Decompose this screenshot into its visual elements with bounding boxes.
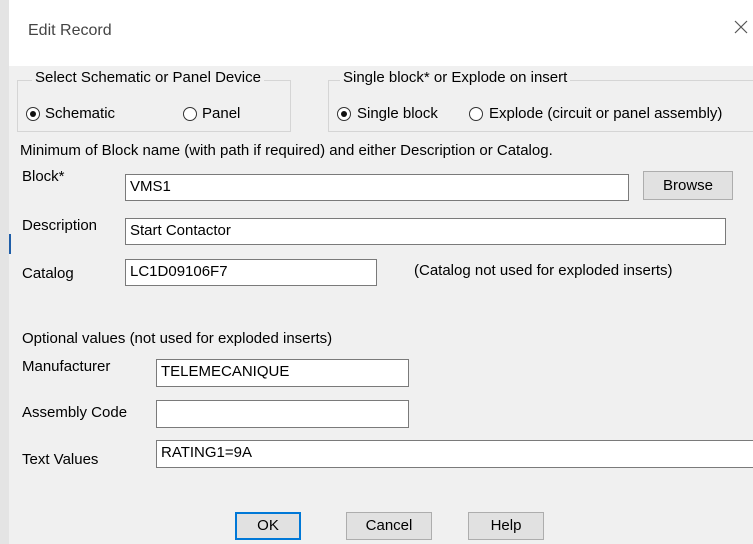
manufacturer-label: Manufacturer xyxy=(22,358,111,375)
panel-radio[interactable] xyxy=(183,107,197,121)
block-label: Block* xyxy=(22,168,65,185)
explode-radio[interactable] xyxy=(469,107,483,121)
close-icon[interactable] xyxy=(730,16,752,38)
assembly-code-field[interactable] xyxy=(156,400,409,428)
explode-radio-label[interactable]: Explode (circuit or panel assembly) xyxy=(489,105,722,122)
single-block-radio[interactable] xyxy=(337,107,351,121)
ok-button[interactable]: OK xyxy=(235,512,301,540)
title-bar xyxy=(0,0,753,66)
catalog-note: (Catalog not used for exploded inserts) xyxy=(414,262,673,279)
panel-radio-label[interactable]: Panel xyxy=(202,105,240,122)
browse-button[interactable]: Browse xyxy=(643,171,733,200)
schematic-radio[interactable] xyxy=(26,107,40,121)
instructions-text: Minimum of Block name (with path if requ… xyxy=(20,142,553,159)
help-button[interactable]: Help xyxy=(468,512,544,540)
window-edge xyxy=(0,0,9,544)
manufacturer-field[interactable]: TELEMECANIQUE xyxy=(156,359,409,387)
text-values-field[interactable]: RATING1=9A xyxy=(156,440,753,468)
cancel-button[interactable]: Cancel xyxy=(346,512,432,540)
assembly-code-label: Assembly Code xyxy=(22,404,128,421)
window-title: Edit Record xyxy=(28,22,112,39)
edge-marker xyxy=(9,234,11,254)
catalog-label: Catalog xyxy=(22,265,74,282)
insert-mode-legend: Single block* or Explode on insert xyxy=(340,69,571,86)
description-label: Description xyxy=(22,217,98,234)
description-field[interactable]: Start Contactor xyxy=(125,218,726,245)
block-field[interactable]: VMS1 xyxy=(125,174,629,201)
single-block-radio-label[interactable]: Single block xyxy=(357,105,438,122)
text-values-label: Text Values xyxy=(22,451,99,468)
catalog-field[interactable]: LC1D09106F7 xyxy=(125,259,377,286)
schematic-radio-label[interactable]: Schematic xyxy=(45,105,115,122)
device-type-legend: Select Schematic or Panel Device xyxy=(32,69,264,86)
optional-heading: Optional values (not used for exploded i… xyxy=(22,330,333,347)
